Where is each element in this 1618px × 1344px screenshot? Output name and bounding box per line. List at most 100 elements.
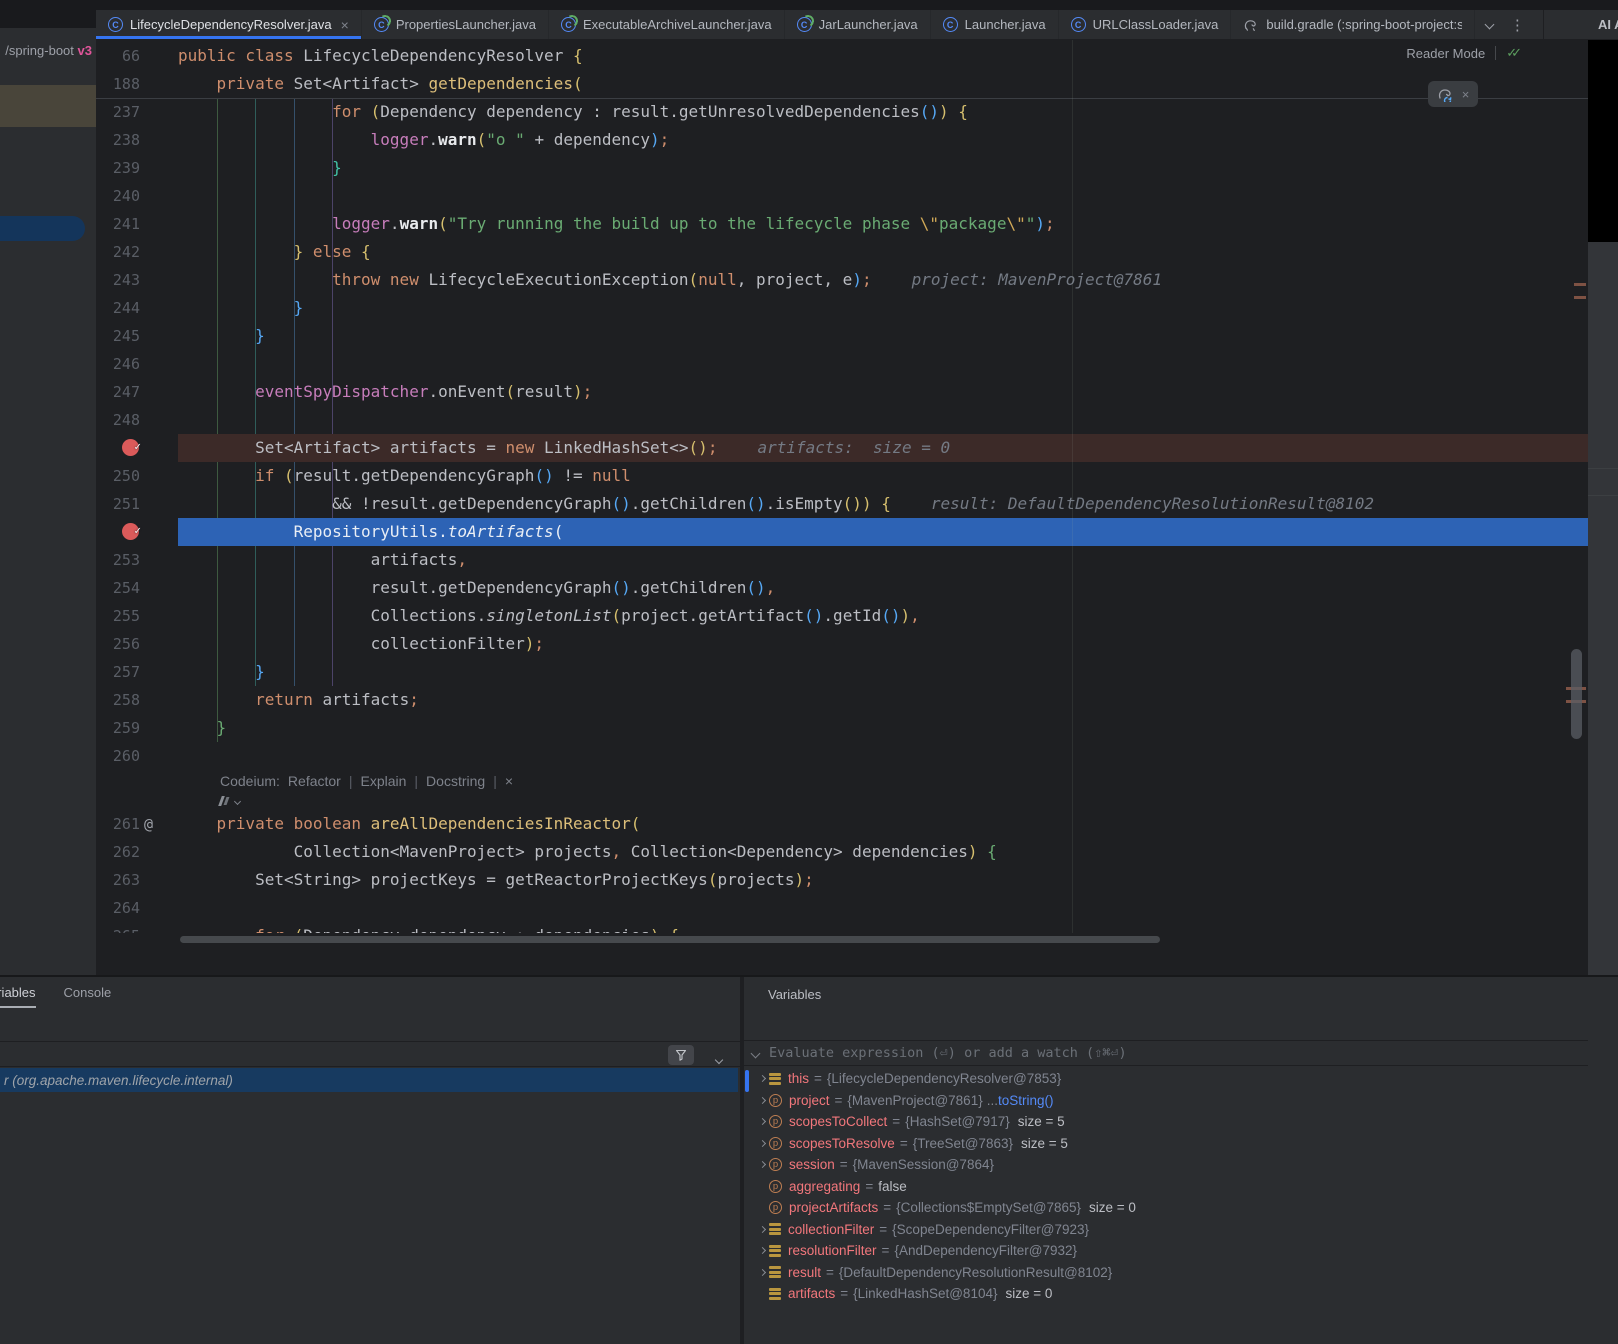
code-text[interactable]: result.getDependencyGraph().getChildren(… <box>178 574 1588 602</box>
gutter[interactable]: 241 <box>96 210 178 238</box>
code-text[interactable]: Collection<MavenProject> projects, Colle… <box>178 838 1588 866</box>
tab-ariables[interactable]: ariables <box>0 985 36 1008</box>
gutter[interactable]: 255 <box>96 602 178 630</box>
code-line[interactable]: 260 <box>96 742 1588 770</box>
variable-row-project[interactable]: pproject={MavenProject@7861}... toString… <box>744 1090 1588 1112</box>
breakpoint-icon[interactable] <box>122 523 139 540</box>
code-text[interactable]: logger.warn("o " + dependency); <box>178 126 1588 154</box>
code-text[interactable]: throw new LifecycleExecutionException(nu… <box>178 266 1588 294</box>
vertical-scrollbar[interactable] <box>1571 649 1582 739</box>
gutter[interactable]: 250 <box>96 462 178 490</box>
gutter[interactable]: 248 <box>96 406 178 434</box>
variable-row-artifacts[interactable]: artifacts={LinkedHashSet@8104}size = 0 <box>744 1283 1588 1305</box>
codeium-action-docstring[interactable]: Docstring <box>426 770 485 792</box>
chevron-down-icon[interactable] <box>234 797 241 804</box>
expand-chevron-icon[interactable] <box>755 1141 769 1146</box>
code-text[interactable]: } <box>178 294 1588 322</box>
project-root-label[interactable]: /spring-boot v3 <box>5 43 92 58</box>
tab-console[interactable]: Console <box>64 985 112 1008</box>
editor-tab[interactable]: CURLClassLoader.java <box>1059 10 1232 39</box>
code-text[interactable] <box>178 350 1588 378</box>
gutter[interactable]: 254 <box>96 574 178 602</box>
codeium-action-refactor[interactable]: Refactor <box>288 770 341 792</box>
gutter[interactable]: 244 <box>96 294 178 322</box>
gutter[interactable]: 256 <box>96 630 178 658</box>
error-stripe-mark[interactable] <box>1574 283 1586 286</box>
variable-row-collectionFilter[interactable]: collectionFilter={ScopeDependencyFilter@… <box>744 1219 1588 1241</box>
code-line[interactable]: 244 } <box>96 294 1588 322</box>
code-text[interactable]: Set<String> projectKeys = getReactorProj… <box>178 866 1588 894</box>
code-line[interactable]: 257 } <box>96 658 1588 686</box>
gutter[interactable]: 258 <box>96 686 178 714</box>
code-line[interactable]: 240 <box>96 182 1588 210</box>
evaluate-expression-input[interactable]: Evaluate expression (⏎) or add a watch (… <box>744 1041 1588 1066</box>
code-line[interactable]: 263 Set<String> projectKeys = getReactor… <box>96 866 1588 894</box>
expand-chevron-icon[interactable] <box>755 1270 769 1275</box>
code-line[interactable]: 256 collectionFilter); <box>96 630 1588 658</box>
code-line[interactable]: 242 } else { <box>96 238 1588 266</box>
code-line[interactable]: 261@ private boolean areAllDependenciesI… <box>96 810 1588 838</box>
project-tree-hover-row[interactable] <box>0 85 96 127</box>
breakpoint-line[interactable]: Set<Artifact> artifacts = new LinkedHash… <box>96 434 1588 462</box>
code-line[interactable]: 66public class LifecycleDependencyResolv… <box>96 42 1588 70</box>
variable-row-scopesToResolve[interactable]: pscopesToResolve={TreeSet@7863}size = 5 <box>744 1133 1588 1155</box>
gutter[interactable]: 259 <box>96 714 178 742</box>
code-line[interactable]: 241 logger.warn("Try running the build u… <box>96 210 1588 238</box>
tab-close-icon[interactable]: × <box>341 17 349 33</box>
code-line[interactable]: 254 result.getDependencyGraph().getChild… <box>96 574 1588 602</box>
expand-chevron-icon[interactable] <box>755 1076 769 1081</box>
gutter[interactable]: 238 <box>96 126 178 154</box>
filter-chevron-icon[interactable] <box>716 1050 722 1068</box>
tostring-link[interactable]: toString() <box>998 1093 1054 1108</box>
code-line[interactable]: 237 for (Dependency dependency : result.… <box>96 98 1588 126</box>
gutter[interactable]: 264 <box>96 894 178 922</box>
code-text[interactable]: } <box>178 154 1588 182</box>
gutter[interactable] <box>96 434 178 462</box>
gutter[interactable]: 253 <box>96 546 178 574</box>
code-text[interactable]: Collections.singletonList(project.getArt… <box>178 602 1588 630</box>
code-text[interactable]: artifacts, <box>178 546 1588 574</box>
code-line[interactable]: 255 Collections.singletonList(project.ge… <box>96 602 1588 630</box>
variable-row-session[interactable]: psession={MavenSession@7864} <box>744 1154 1588 1176</box>
code-text[interactable]: RepositoryUtils.toArtifacts( <box>178 518 1588 546</box>
gutter[interactable]: 257 <box>96 658 178 686</box>
code-line[interactable]: 258 return artifacts; <box>96 686 1588 714</box>
editor-tab[interactable]: CJarLauncher.java <box>785 10 931 39</box>
stack-frame-selected[interactable]: r (org.apache.maven.lifecycle.internal) <box>0 1068 738 1092</box>
code-line[interactable]: 259 } <box>96 714 1588 742</box>
filter-button[interactable] <box>668 1045 694 1065</box>
code-text[interactable]: } <box>178 658 1588 686</box>
code-text[interactable]: return artifacts; <box>178 686 1588 714</box>
editor-tab[interactable]: CExecutableArchiveLauncher.java <box>549 10 785 39</box>
execution-line[interactable]: RepositoryUtils.toArtifacts( <box>96 518 1588 546</box>
tab-options-kebab-icon[interactable]: ⋮ <box>1503 10 1531 39</box>
expand-chevron-icon[interactable] <box>755 1098 769 1103</box>
gutter[interactable]: 239 <box>96 154 178 182</box>
variable-row-aggregating[interactable]: paggregating=false <box>744 1176 1588 1198</box>
horizontal-scrollbar-track[interactable] <box>96 933 1588 947</box>
gutter[interactable]: 247 <box>96 378 178 406</box>
gutter[interactable]: 261@ <box>96 810 178 838</box>
gutter[interactable]: 260 <box>96 742 178 770</box>
variable-row-scopesToCollect[interactable]: pscopesToCollect={HashSet@7917}size = 5 <box>744 1111 1588 1133</box>
code-text[interactable] <box>178 894 1588 922</box>
gutter[interactable]: 188 <box>96 70 178 98</box>
code-text[interactable] <box>178 742 1588 770</box>
code-text[interactable]: eventSpyDispatcher.onEvent(result); <box>178 378 1588 406</box>
codeium-icon[interactable] <box>220 796 231 807</box>
code-text[interactable]: Set<Artifact> artifacts = new LinkedHash… <box>178 434 1588 462</box>
gutter[interactable]: 245 <box>96 322 178 350</box>
gutter[interactable]: 243 <box>96 266 178 294</box>
code-line[interactable]: 262 Collection<MavenProject> projects, C… <box>96 838 1588 866</box>
variable-row-result[interactable]: result={DefaultDependencyResolutionResul… <box>744 1262 1588 1284</box>
code-line[interactable]: 239 } <box>96 154 1588 182</box>
editor-tab[interactable]: build.gradle (:spring-boot-project:spri <box>1231 10 1475 39</box>
editor-tab[interactable]: CLifecycleDependencyResolver.java× <box>96 10 362 39</box>
gutter[interactable]: 251 <box>96 490 178 518</box>
gutter[interactable]: 240 <box>96 182 178 210</box>
tab-overflow-chevron-icon[interactable] <box>1475 10 1503 39</box>
code-line[interactable]: 251 && !result.getDependencyGraph().getC… <box>96 490 1588 518</box>
expand-chevron-icon[interactable] <box>755 1162 769 1167</box>
gradle-sync-icon[interactable] <box>1437 87 1454 102</box>
code-line[interactable]: 248 <box>96 406 1588 434</box>
